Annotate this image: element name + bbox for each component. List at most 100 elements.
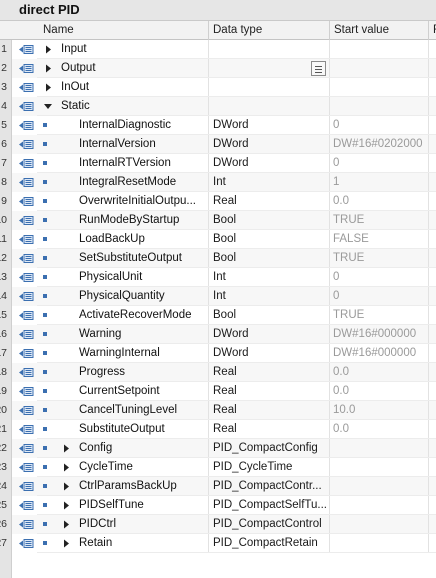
param-start-value[interactable]: 0 [329, 154, 428, 173]
param-retain-cell[interactable] [428, 515, 436, 534]
param-data-type[interactable]: PID_CompactControl [208, 515, 329, 534]
table-row[interactable]: 5 InternalDiagnostic DWord 0 [0, 116, 436, 135]
param-start-value[interactable]: TRUE [329, 211, 428, 230]
param-name[interactable]: PIDSelfTune [79, 496, 144, 515]
table-row[interactable]: 17 WarningInternal DWordDW#16#000000 [0, 344, 436, 363]
table-row[interactable]: 19 CurrentSetpoint Real0.0 [0, 382, 436, 401]
param-start-value[interactable] [329, 515, 428, 534]
param-start-value[interactable] [329, 439, 428, 458]
param-name[interactable]: LoadBackUp [79, 230, 145, 249]
param-name[interactable]: CurrentSetpoint [79, 382, 160, 401]
table-row[interactable]: 25 PIDSelfTune PID_CompactSelfTu... [0, 496, 436, 515]
param-start-value[interactable]: 0.0 [329, 363, 428, 382]
param-name[interactable]: SubstituteOutput [79, 420, 165, 439]
expand-arrow-icon[interactable] [62, 539, 70, 548]
param-start-value[interactable] [329, 458, 428, 477]
param-retain-cell[interactable] [428, 458, 436, 477]
table-row[interactable]: 18 Progress Real0.0 [0, 363, 436, 382]
param-data-type[interactable]: Bool [208, 306, 329, 325]
table-row[interactable]: 2 Output [0, 59, 436, 78]
param-retain-cell[interactable] [428, 401, 436, 420]
param-name[interactable]: Static [61, 97, 90, 116]
param-name[interactable]: Warning [79, 325, 121, 344]
param-name[interactable]: PhysicalQuantity [79, 287, 165, 306]
collapse-arrow-icon[interactable] [44, 102, 52, 111]
param-start-value[interactable]: 1 [329, 173, 428, 192]
table-row[interactable]: 3 InOut [0, 78, 436, 97]
param-start-value[interactable]: TRUE [329, 249, 428, 268]
param-data-type[interactable]: Bool [208, 249, 329, 268]
expand-arrow-icon[interactable] [44, 83, 52, 92]
param-data-type[interactable]: PID_CycleTime [208, 458, 329, 477]
param-data-type[interactable]: Real [208, 363, 329, 382]
param-data-type[interactable]: DWord [208, 154, 329, 173]
column-header-data-type[interactable]: Data type [208, 21, 329, 40]
param-start-value[interactable]: 0 [329, 268, 428, 287]
param-retain-cell[interactable] [428, 78, 436, 97]
table-row[interactable]: 13 PhysicalUnit Int0 [0, 268, 436, 287]
param-retain-cell[interactable] [428, 230, 436, 249]
param-data-type[interactable]: DWord [208, 116, 329, 135]
param-start-value[interactable]: FALSE [329, 230, 428, 249]
param-retain-cell[interactable] [428, 173, 436, 192]
table-row[interactable]: 23 CycleTime PID_CycleTime [0, 458, 436, 477]
param-data-type[interactable]: Int [208, 173, 329, 192]
param-retain-cell[interactable] [428, 154, 436, 173]
param-retain-cell[interactable] [428, 382, 436, 401]
param-name[interactable]: RunModeByStartup [79, 211, 179, 230]
param-name[interactable]: SetSubstituteOutput [79, 249, 182, 268]
param-data-type[interactable] [208, 78, 329, 97]
table-row[interactable]: 27 Retain PID_CompactRetain [0, 534, 436, 553]
table-row[interactable]: 10 RunModeByStartup BoolTRUE [0, 211, 436, 230]
expand-arrow-icon[interactable] [62, 520, 70, 529]
table-row[interactable]: 4 Static [0, 97, 436, 116]
param-data-type[interactable]: PID_CompactContr... [208, 477, 329, 496]
param-data-type[interactable]: Bool [208, 211, 329, 230]
param-name[interactable]: InternalVersion [79, 135, 156, 154]
param-data-type[interactable]: Real [208, 382, 329, 401]
param-start-value[interactable]: 0 [329, 287, 428, 306]
param-retain-cell[interactable] [428, 363, 436, 382]
param-data-type[interactable]: Real [208, 420, 329, 439]
param-retain-cell[interactable] [428, 97, 436, 116]
param-retain-cell[interactable] [428, 344, 436, 363]
param-retain-cell[interactable] [428, 192, 436, 211]
param-name[interactable]: Config [79, 439, 112, 458]
param-data-type[interactable]: PID_CompactConfig [208, 439, 329, 458]
param-retain-cell[interactable] [428, 249, 436, 268]
param-retain-cell[interactable] [428, 40, 436, 59]
column-header-retain[interactable]: R [428, 21, 436, 40]
param-start-value[interactable]: 0 [329, 116, 428, 135]
table-row[interactable]: 12 SetSubstituteOutput BoolTRUE [0, 249, 436, 268]
param-data-type[interactable]: Int [208, 287, 329, 306]
param-retain-cell[interactable] [428, 306, 436, 325]
param-start-value[interactable]: TRUE [329, 306, 428, 325]
param-name[interactable]: CancelTuningLevel [79, 401, 177, 420]
table-row[interactable]: 22 Config PID_CompactConfig [0, 439, 436, 458]
param-data-type[interactable]: PID_CompactRetain [208, 534, 329, 553]
param-retain-cell[interactable] [428, 268, 436, 287]
param-name[interactable]: OverwriteInitialOutpu... [79, 192, 196, 211]
param-start-value[interactable]: DW#16#000000 [329, 325, 428, 344]
param-data-type[interactable]: Bool [208, 230, 329, 249]
param-start-value[interactable]: 0.0 [329, 192, 428, 211]
param-retain-cell[interactable] [428, 439, 436, 458]
param-retain-cell[interactable] [428, 211, 436, 230]
param-start-value[interactable]: 0.0 [329, 420, 428, 439]
param-start-value[interactable] [329, 78, 428, 97]
table-row[interactable]: 7 InternalRTVersion DWord 0 [0, 154, 436, 173]
param-data-type[interactable]: DWord [208, 344, 329, 363]
column-header-start-value[interactable]: Start value [329, 21, 428, 40]
param-name[interactable]: CycleTime [79, 458, 133, 477]
param-retain-cell[interactable] [428, 116, 436, 135]
param-retain-cell[interactable] [428, 477, 436, 496]
param-name[interactable]: InternalRTVersion [79, 154, 171, 173]
param-retain-cell[interactable] [428, 496, 436, 515]
table-row[interactable]: 6 InternalVersion DWord DW#16#0202000 [0, 135, 436, 154]
expand-arrow-icon[interactable] [62, 501, 70, 510]
param-start-value[interactable]: 0.0 [329, 382, 428, 401]
param-data-type[interactable]: Real [208, 192, 329, 211]
param-name[interactable]: PhysicalUnit [79, 268, 142, 287]
expand-arrow-icon[interactable] [62, 482, 70, 491]
table-row[interactable]: 11 LoadBackUp BoolFALSE [0, 230, 436, 249]
